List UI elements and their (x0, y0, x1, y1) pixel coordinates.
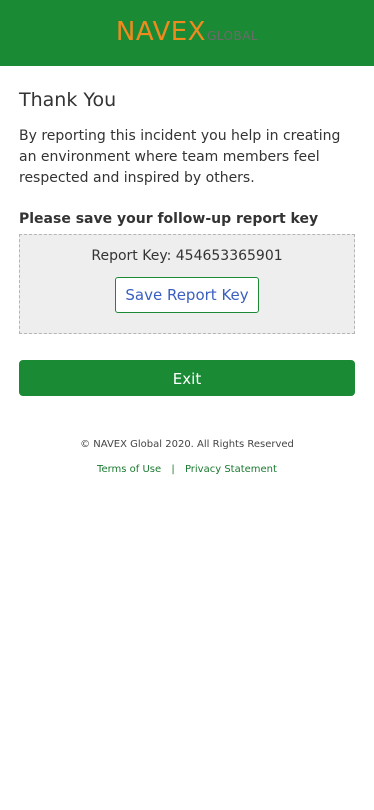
report-key-text: Report Key: 454653365901 (91, 248, 283, 264)
main-content: Thank You By reporting this incident you… (0, 88, 374, 477)
privacy-statement-link[interactable]: Privacy Statement (185, 464, 277, 475)
save-key-prompt: Please save your follow-up report key (19, 211, 319, 227)
link-separator: | (171, 464, 175, 475)
navex-global-logo: NAVEX GLOBAL (116, 17, 258, 47)
footer: © NAVEX Global 2020. All Rights Reserved… (19, 438, 355, 477)
page-title: Thank You (19, 89, 117, 111)
copyright-text: © NAVEX Global 2020. All Rights Reserved (80, 439, 294, 450)
footer-links: Terms of Use | Privacy Statement (19, 463, 355, 477)
header-bar: NAVEX GLOBAL (0, 0, 374, 66)
terms-of-use-link[interactable]: Terms of Use (97, 464, 161, 475)
intro-text: By reporting this incident you help in c… (19, 128, 341, 186)
save-report-key-button[interactable]: Save Report Key (115, 277, 259, 313)
report-key-box: Report Key: 454653365901 Save Report Key (19, 234, 355, 334)
logo-sub-text: GLOBAL (206, 29, 259, 43)
exit-button[interactable]: Exit (19, 360, 355, 396)
logo-main-text: NAVEX (115, 17, 206, 47)
